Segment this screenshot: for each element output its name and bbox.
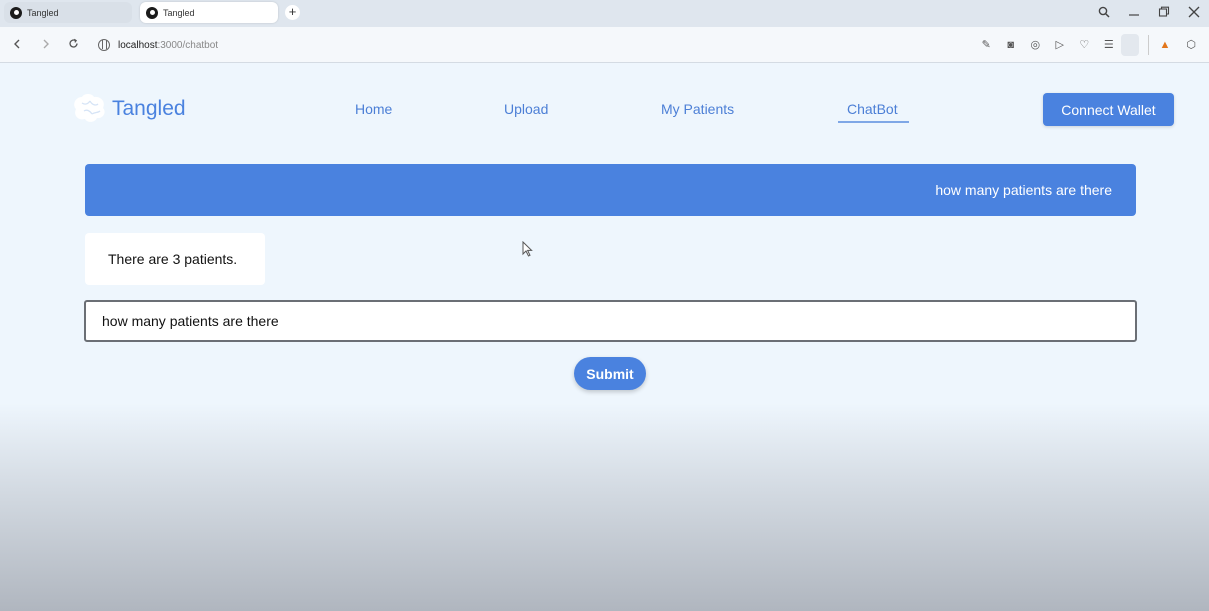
brain-icon bbox=[74, 94, 105, 122]
reload-icon[interactable] bbox=[65, 37, 81, 53]
tab-title: Tangled bbox=[27, 7, 59, 18]
play-icon[interactable]: ▷ bbox=[1048, 37, 1073, 53]
chat-input[interactable] bbox=[84, 300, 1137, 342]
browser-tab-bar: Tangled Tangled + bbox=[0, 0, 1209, 27]
camera-icon[interactable]: ◙ bbox=[999, 37, 1024, 53]
window-controls bbox=[1089, 0, 1209, 27]
submit-button[interactable]: Submit bbox=[574, 357, 646, 390]
heart-icon[interactable]: ♡ bbox=[1072, 37, 1097, 53]
url-path: :3000/chatbot bbox=[157, 39, 219, 51]
brand-logo[interactable]: Tangled bbox=[70, 91, 186, 127]
nav-upload[interactable]: Upload bbox=[504, 101, 548, 117]
extension-icons: ▲ ⬡ bbox=[1152, 37, 1204, 53]
search-icon[interactable] bbox=[1089, 6, 1119, 21]
tab-title: Tangled bbox=[163, 7, 195, 18]
close-icon[interactable] bbox=[1179, 6, 1209, 21]
bot-message-text: There are 3 patients. bbox=[108, 251, 238, 267]
browser-address-bar: localhost :3000/chatbot ✎ ◙ ◎ ▷ ♡ ☰ ▲ ⬡ bbox=[0, 27, 1209, 81]
list-icon[interactable]: ☰ bbox=[1097, 37, 1122, 53]
minimize-icon[interactable] bbox=[1119, 6, 1149, 21]
nav-my-patients[interactable]: My Patients bbox=[661, 101, 734, 117]
browser-tab[interactable]: Tangled bbox=[4, 2, 132, 23]
nav-chatbot[interactable]: ChatBot bbox=[847, 101, 898, 117]
tab-favicon-icon bbox=[10, 6, 22, 19]
target-icon[interactable]: ◎ bbox=[1023, 37, 1048, 53]
browser-tab-active[interactable]: Tangled bbox=[140, 2, 278, 23]
edit-icon[interactable]: ✎ bbox=[974, 37, 999, 53]
brand-name: Tangled bbox=[112, 97, 186, 120]
back-icon[interactable] bbox=[9, 37, 25, 53]
bot-message: There are 3 patients. bbox=[85, 233, 265, 285]
metamask-fox-icon[interactable]: ▲ bbox=[1152, 37, 1178, 53]
connect-wallet-button[interactable]: Connect Wallet bbox=[1043, 93, 1174, 126]
restore-icon[interactable] bbox=[1149, 6, 1179, 21]
url-field[interactable]: localhost :3000/chatbot bbox=[92, 32, 972, 58]
globe-icon bbox=[98, 39, 110, 51]
nav-home[interactable]: Home bbox=[355, 101, 392, 117]
forward-icon[interactable] bbox=[38, 37, 54, 53]
toolbar-divider bbox=[1148, 35, 1149, 55]
profile-icon[interactable] bbox=[1121, 34, 1139, 56]
active-nav-indicator bbox=[838, 121, 909, 123]
user-message: how many patients are there bbox=[85, 164, 1136, 216]
toolbar-icons: ✎ ◙ ◎ ▷ ♡ ☰ bbox=[974, 37, 1121, 53]
mouse-cursor-icon bbox=[522, 241, 533, 257]
user-message-text: how many patients are there bbox=[935, 182, 1112, 198]
new-tab-button[interactable]: + bbox=[285, 5, 300, 20]
url-host: localhost bbox=[118, 39, 158, 51]
tab-favicon-icon bbox=[146, 6, 158, 19]
page: Tangled Home Upload My Patients ChatBot … bbox=[0, 63, 1209, 611]
cube-icon[interactable]: ⬡ bbox=[1178, 37, 1204, 53]
